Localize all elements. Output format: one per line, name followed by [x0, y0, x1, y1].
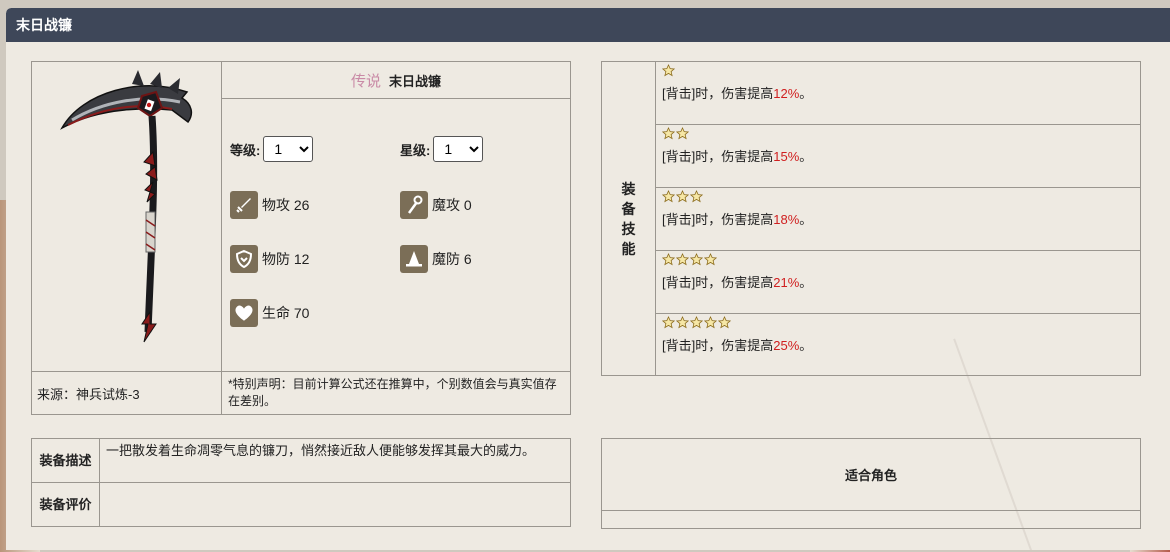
rarity-label: 传说 [350, 71, 381, 90]
suitable-roles-list [601, 510, 1141, 529]
skill-row: [背击]时，伤害提高25%。 [655, 313, 1141, 376]
skill-row: [背击]时，伤害提高12%。 [655, 61, 1141, 125]
skill-percent: 25% [773, 338, 800, 353]
star-label: 星级: [400, 142, 431, 158]
star-rating [661, 316, 1134, 333]
weapon-name-cell: 传说 末日战镰 [221, 60, 571, 100]
level-select[interactable]: 1 [263, 136, 314, 163]
star-select[interactable]: 1 [433, 136, 484, 163]
star-selector: 星级: 1 [400, 136, 484, 163]
panel-title: 末日战镰 [6, 8, 1170, 42]
weapon-panel: 末日战镰 传说 末日战镰 等级: 1 星级: 1 物攻 26 魔攻 0 物防 1… [6, 8, 1170, 550]
rating-text [99, 482, 571, 527]
weapon-image-cell [31, 61, 222, 372]
stat-physical-attack: 物攻 26 [230, 191, 309, 220]
level-selector: 等级: 1 [230, 136, 314, 163]
description-text: 一把散发着生命凋零气息的镰刀，悄然接近敌人便能够发挥其最大的威力。 [99, 438, 571, 483]
star-icon [717, 316, 732, 333]
stat-physical-defense: 物防 12 [230, 245, 309, 274]
star-icon [675, 253, 690, 270]
star-icon [661, 127, 676, 144]
description-label: 装备描述 [31, 438, 100, 483]
skill-row: [背击]时，伤害提高21%。 [655, 250, 1141, 314]
star-rating [661, 127, 1134, 144]
star-icon [661, 190, 676, 207]
skill-percent: 21% [773, 275, 800, 290]
star-icon [661, 316, 676, 333]
stat-magic-defense: 魔防 6 [400, 245, 472, 274]
stats-cell: 等级: 1 星级: 1 物攻 26 魔攻 0 物防 12 魔防 6 生命 70 [221, 98, 571, 372]
skills-label: 装 备 技 能 [601, 61, 656, 376]
weapon-name: 末日战镰 [389, 73, 442, 89]
star-rating [661, 64, 1134, 81]
stat-health: 生命 70 [230, 299, 309, 328]
disclaimer-note: *特别声明：目前计算公式还在推算中，个别数值会与真实值存在差别。 [221, 371, 571, 415]
level-label: 等级: [230, 142, 261, 158]
stat-magic-attack: 魔攻 0 [400, 191, 472, 220]
equipment-skills-table: 装 备 技 能 [背击]时，伤害提高12%。 [背击]时，伤害提高15%。 [背… [601, 61, 1141, 376]
suitable-roles-table: 适合角色 [601, 438, 1141, 529]
sword-icon [230, 191, 258, 220]
skill-percent: 18% [773, 212, 800, 227]
skills-label-text: 装 备 技 能 [621, 180, 636, 257]
description-table: 装备描述 一把散发着生命凋零气息的镰刀，悄然接近敌人便能够发挥其最大的威力。 装… [31, 438, 571, 527]
star-icon [689, 190, 704, 207]
star-icon [703, 316, 718, 333]
skill-row: [背击]时，伤害提高18%。 [655, 187, 1141, 251]
wizard-hat-icon [400, 245, 428, 274]
shield-icon [230, 245, 258, 274]
star-icon [675, 316, 690, 333]
skill-row: [背击]时，伤害提高15%。 [655, 124, 1141, 188]
heart-icon [230, 299, 258, 328]
skill-percent: 15% [773, 149, 800, 164]
star-icon [661, 64, 676, 81]
star-icon [703, 253, 718, 270]
suitable-roles-title: 适合角色 [601, 438, 1141, 511]
star-icon [675, 190, 690, 207]
star-icon [661, 253, 676, 270]
star-icon [689, 253, 704, 270]
scythe-image [60, 70, 193, 343]
weapon-info-table: 传说 末日战镰 等级: 1 星级: 1 物攻 26 魔攻 0 物防 12 魔防 … [31, 60, 571, 415]
source-cell: 来源：神兵试炼-3 [31, 371, 222, 415]
star-icon [689, 316, 704, 333]
star-rating [661, 253, 1134, 270]
star-rating [661, 190, 1134, 207]
skill-percent: 12% [773, 86, 800, 101]
star-icon [675, 127, 690, 144]
rating-label: 装备评价 [31, 482, 100, 527]
magic-staff-icon [400, 191, 428, 220]
